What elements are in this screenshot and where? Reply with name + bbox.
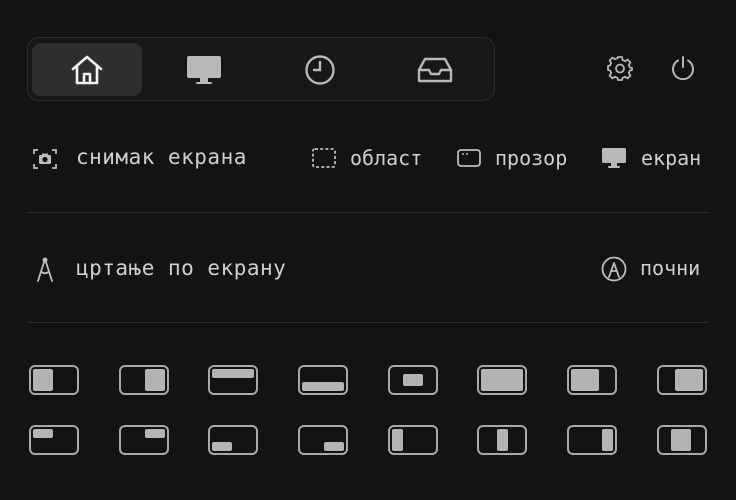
pen-icon [601, 256, 627, 282]
layout-bottom-half[interactable] [298, 365, 348, 395]
layout-center[interactable] [388, 365, 438, 395]
layout-top-left[interactable] [29, 425, 79, 455]
layout-right-half[interactable] [119, 365, 169, 395]
area-capture-button[interactable]: област [350, 146, 422, 170]
clock-icon [304, 54, 336, 86]
divider [28, 322, 708, 323]
layout-maximize[interactable] [477, 365, 527, 395]
layout-bottom-left[interactable] [208, 425, 258, 455]
window-capture-button[interactable]: прозор [495, 146, 567, 170]
window-icon [457, 149, 481, 167]
layout-center-third[interactable] [477, 425, 527, 455]
layout-center-two-thirds[interactable] [657, 425, 707, 455]
home-icon [70, 54, 104, 86]
layout-top-half[interactable] [208, 365, 258, 395]
tab-history[interactable] [265, 43, 375, 96]
divider [28, 212, 708, 213]
monitor-icon [601, 147, 627, 169]
layout-bottom-right[interactable] [298, 425, 348, 455]
compass-icon [35, 257, 55, 283]
start-drawing-button[interactable]: почни [640, 256, 700, 280]
inbox-icon [417, 56, 453, 84]
power-icon [670, 55, 696, 85]
layout-top-right[interactable] [119, 425, 169, 455]
tab-display[interactable] [149, 43, 259, 96]
screen-capture-button[interactable]: екран [641, 146, 701, 170]
camera-icon [33, 147, 57, 171]
layout-last-third[interactable] [567, 425, 617, 455]
tab-inbox[interactable] [380, 43, 490, 96]
monitor-icon [186, 55, 222, 85]
area-selection-icon [312, 148, 336, 168]
layout-first-third[interactable] [388, 425, 438, 455]
gear-icon [607, 55, 633, 85]
layout-left-half[interactable] [29, 365, 79, 395]
layout-right-two-thirds[interactable] [657, 365, 707, 395]
power-button[interactable] [669, 56, 697, 84]
draw-on-screen-label: цртање по екрану [76, 256, 287, 280]
settings-button[interactable] [606, 56, 634, 84]
screenshot-label: снимак екрана [76, 145, 247, 169]
layout-left-two-thirds[interactable] [567, 365, 617, 395]
tab-home[interactable] [32, 43, 142, 96]
tab-bar [27, 37, 495, 101]
